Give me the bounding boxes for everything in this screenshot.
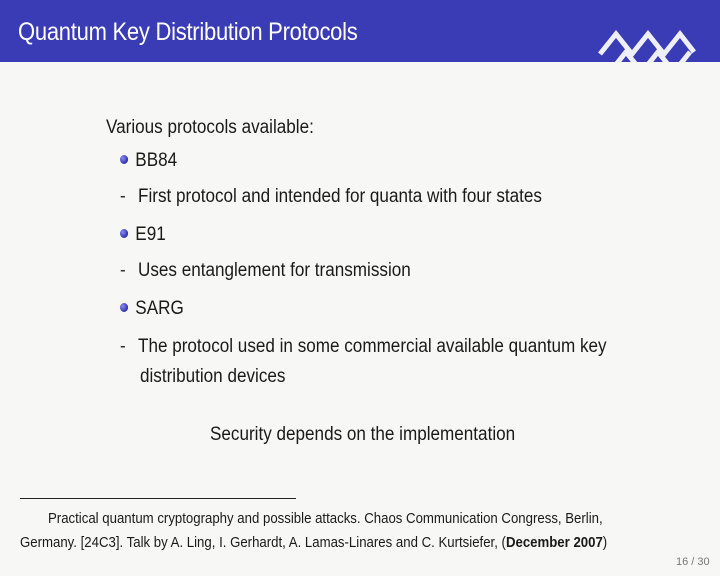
protocol-item-bb84: BB84	[120, 150, 177, 172]
footnote-divider	[20, 498, 296, 499]
protocol-description-sarg: - The protocol used in some commercial av…	[120, 336, 607, 358]
footnote-date: December 2007	[505, 534, 603, 551]
security-note: Security depends on the implementation	[210, 424, 516, 445]
protocol-name: BB84	[135, 150, 178, 171]
university-logo-icon	[598, 29, 696, 62]
slide-body: Various protocols available: BB84 - First…	[0, 62, 720, 576]
protocol-name: E91	[135, 224, 166, 245]
protocol-name: SARG	[135, 298, 184, 319]
bullet-icon	[120, 155, 129, 164]
bullet-icon	[120, 229, 129, 238]
protocol-item-e91: E91	[120, 224, 166, 246]
footnote-citation: Germany. [24C3]. Talk by A. Ling, I. Ger…	[20, 534, 506, 551]
bullet-icon	[120, 303, 129, 312]
protocol-item-sarg: SARG	[120, 298, 184, 320]
intro-text: Various protocols available:	[106, 117, 314, 138]
footnote-line-2: Germany. [24C3]. Talk by A. Ling, I. Ger…	[20, 534, 607, 551]
page-number: 16 / 30	[676, 556, 710, 568]
dash-icon: -	[120, 260, 126, 281]
protocol-description: First protocol and intended for quanta w…	[138, 186, 542, 207]
protocol-description-sarg-continued: distribution devices	[140, 366, 285, 388]
protocol-description-bb84: - First protocol and intended for quanta …	[120, 186, 542, 208]
dash-icon: -	[120, 336, 126, 357]
protocol-description: Uses entanglement for transmission	[138, 260, 411, 281]
footnote-line-1: Practical quantum cryptography and possi…	[48, 510, 603, 527]
slide-header: Quantum Key Distribution Protocols	[0, 0, 720, 62]
protocol-description-line1: The protocol used in some commercial ava…	[138, 336, 607, 357]
footnote-close-paren: )	[602, 534, 608, 551]
protocol-description-line2: distribution devices	[140, 366, 286, 387]
dash-icon: -	[120, 186, 126, 207]
slide-title: Quantum Key Distribution Protocols	[18, 18, 358, 46]
protocol-description-e91: - Uses entanglement for transmission	[120, 260, 411, 282]
